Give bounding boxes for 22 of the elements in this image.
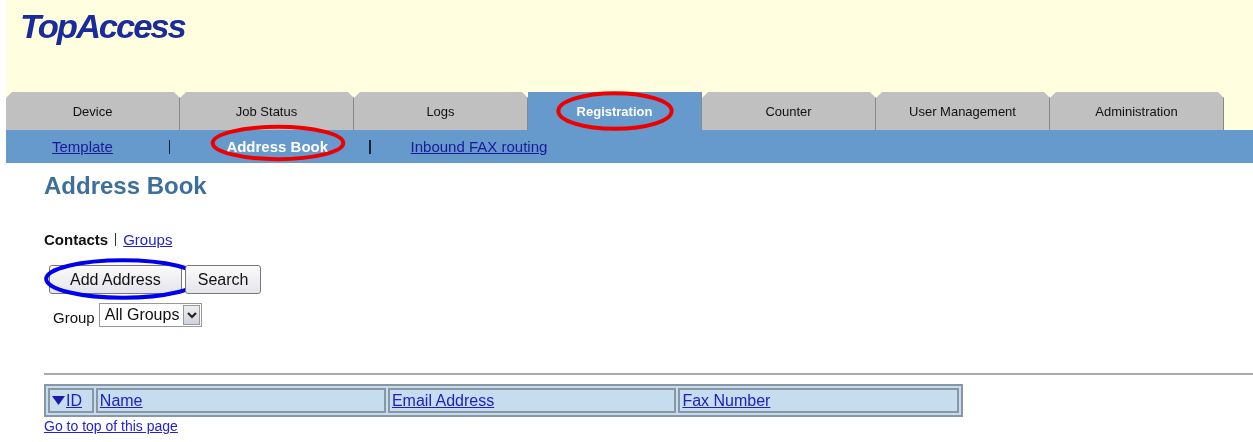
subnav-link[interactable]: Inbound FAX routing (410, 138, 548, 155)
nav-tab[interactable]: Logs (354, 92, 528, 130)
chevron-down-icon (186, 311, 197, 319)
nav-tab[interactable]: User Management (876, 92, 1050, 130)
nav-tab[interactable]: Job Status (180, 92, 354, 130)
nav-tab[interactable]: Administration (1050, 92, 1224, 130)
sort-link[interactable]: Fax Number (682, 391, 771, 410)
view-link[interactable]: Contacts (44, 230, 109, 248)
top-link[interactable]: Go to top of this page (44, 418, 178, 434)
page-title: Address Book (44, 171, 208, 201)
nav-tab[interactable]: Counter (702, 92, 876, 130)
nav-tab[interactable]: Device (6, 92, 180, 130)
action-button[interactable]: Search (184, 265, 262, 294)
group-label: Group (53, 308, 95, 326)
group-dropdown[interactable]: All Groups (98, 303, 203, 327)
sort-link[interactable]: ID (52, 391, 82, 410)
sort-link[interactable]: Name (99, 391, 143, 410)
action-button[interactable]: Add Address (49, 265, 182, 294)
sort-link[interactable]: Email Address (391, 391, 495, 410)
view-link[interactable]: Groups (123, 230, 173, 248)
logo: TopAccess (19, 7, 187, 47)
subnav-link[interactable]: Template (52, 138, 113, 155)
